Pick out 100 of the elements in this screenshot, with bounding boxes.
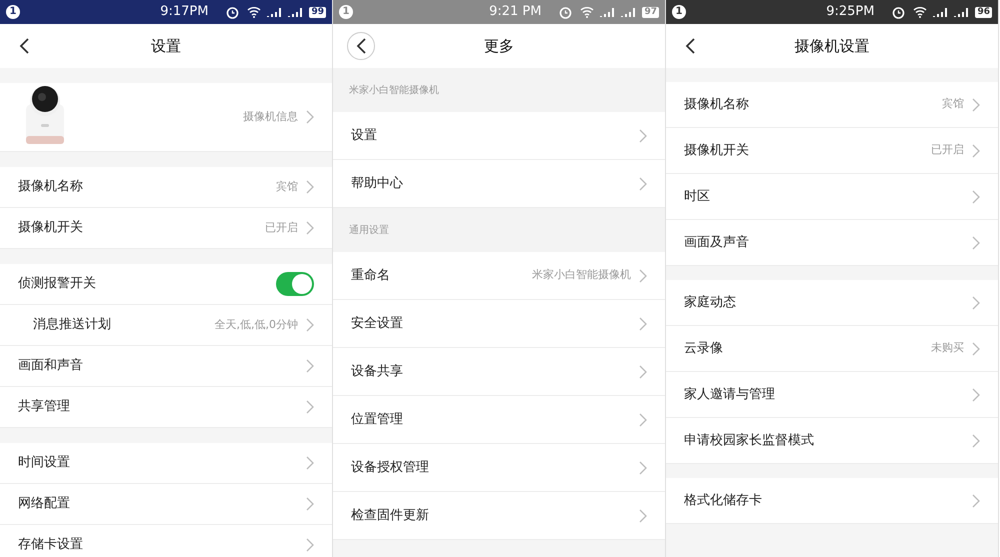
status-time: 9:25PM — [826, 3, 874, 22]
row-value: 米家小白智能摄像机 — [532, 267, 631, 284]
row-label: 存储卡设置 — [18, 536, 83, 554]
chevron-right-icon — [972, 190, 980, 204]
row-label: 设备授权管理 — [351, 458, 429, 477]
settings-row[interactable]: 帮助中心 — [333, 160, 665, 208]
settings-row[interactable]: 画面及声音 — [666, 220, 998, 266]
settings-row[interactable]: 云录像 未购买 — [666, 326, 998, 372]
wifi-icon — [913, 6, 928, 18]
notification-badge: 1 — [672, 5, 686, 19]
chevron-right-icon — [639, 508, 647, 522]
chevron-right-icon — [639, 316, 647, 330]
row-label: 摄像机开关 — [684, 142, 749, 160]
settings-row[interactable]: 位置管理 — [333, 396, 665, 444]
settings-row[interactable]: 存储卡设置 — [0, 525, 332, 557]
chevron-right-icon — [972, 144, 980, 158]
settings-row[interactable]: 时间设置 — [0, 443, 332, 484]
chevron-right-icon — [639, 176, 647, 190]
settings-row[interactable]: 摄像机名称 宾馆 — [0, 167, 332, 208]
settings-row[interactable]: 设备共享 — [333, 348, 665, 396]
chevron-right-icon — [972, 236, 980, 250]
settings-row[interactable]: 侦测报警开关 — [0, 264, 332, 305]
chevron-right-icon — [972, 342, 980, 356]
row-value: 已开启 — [931, 142, 964, 158]
row-label: 重命名 — [351, 266, 390, 285]
row-value: 摄像机信息 — [243, 108, 298, 125]
row-label: 格式化储存卡 — [684, 492, 762, 510]
row-label: 家人邀请与管理 — [684, 386, 775, 404]
row-value: 已开启 — [265, 220, 298, 236]
status-time: 9:17PM — [160, 3, 208, 22]
settings-row[interactable]: 申请校园家长监督模式 — [666, 418, 998, 464]
row-label: 画面及声音 — [684, 234, 749, 252]
chevron-right-icon — [639, 128, 647, 142]
row-value: 宾馆 — [942, 96, 964, 112]
chevron-right-icon — [972, 434, 980, 448]
back-button[interactable] — [347, 32, 375, 60]
battery-level: 97 — [642, 6, 659, 18]
row-label: 检查固件更新 — [351, 506, 429, 525]
settings-row[interactable]: 时区 — [666, 174, 998, 220]
chevron-right-icon — [306, 497, 314, 511]
row-label: 网络配置 — [18, 495, 70, 514]
chevron-right-icon — [306, 221, 314, 235]
chevron-right-icon — [306, 110, 314, 124]
settings-row[interactable]: 安全设置 — [333, 300, 665, 348]
row-value: 未购买 — [931, 340, 964, 356]
settings-row[interactable]: 设置 — [333, 112, 665, 160]
chevron-right-icon — [639, 268, 647, 282]
chevron-right-icon — [306, 456, 314, 470]
row-label: 摄像机名称 — [684, 96, 749, 114]
row-label: 帮助中心 — [351, 174, 403, 193]
row-label: 时区 — [684, 188, 710, 206]
row-label: 申请校园家长监督模式 — [684, 432, 814, 450]
settings-row[interactable]: 检查固件更新 — [333, 492, 665, 540]
row-label: 安全设置 — [351, 314, 403, 333]
settings-row[interactable]: 设备授权管理 — [333, 444, 665, 492]
page-title: 设置 — [151, 36, 181, 57]
row-label: 设置 — [351, 126, 377, 145]
settings-row[interactable]: 画面和声音 — [0, 346, 332, 387]
settings-row[interactable]: 共享管理 — [0, 387, 332, 428]
back-icon — [19, 38, 29, 54]
wifi-icon — [580, 6, 594, 18]
settings-row[interactable]: 格式化储存卡 — [666, 478, 998, 524]
settings-row[interactable]: 摄像机开关 已开启 — [666, 128, 998, 174]
chevron-right-icon — [306, 400, 314, 414]
chevron-right-icon — [306, 538, 314, 552]
chevron-right-icon — [639, 412, 647, 426]
settings-row[interactable]: 网络配置 — [0, 484, 332, 525]
chevron-right-icon — [972, 98, 980, 112]
status-time: 9:21 PM — [489, 3, 542, 22]
settings-row[interactable]: 摄像机开关 已开启 — [0, 208, 332, 249]
settings-row[interactable]: 家庭动态 — [666, 280, 998, 326]
row-label: 位置管理 — [351, 410, 403, 429]
settings-row[interactable]: 家人邀请与管理 — [666, 372, 998, 418]
row-label: 摄像机名称 — [18, 178, 83, 196]
battery-level: 99 — [309, 6, 326, 18]
alarm-icon — [892, 6, 906, 18]
row-label: 画面和声音 — [18, 357, 83, 376]
chevron-right-icon — [306, 359, 314, 373]
toggle-switch[interactable] — [276, 272, 314, 296]
settings-row[interactable]: 消息推送计划 全天,低,低,0分钟 — [0, 305, 332, 346]
notification-badge: 1 — [6, 5, 20, 19]
page-title: 摄像机设置 — [794, 36, 870, 57]
chevron-right-icon — [972, 494, 980, 508]
chevron-right-icon — [306, 180, 314, 194]
chevron-right-icon — [639, 460, 647, 474]
back-icon — [685, 38, 695, 54]
settings-row[interactable]: 重命名 米家小白智能摄像机 — [333, 252, 665, 300]
row-value: 全天,低,低,0分钟 — [214, 316, 298, 333]
chevron-right-icon — [972, 296, 980, 310]
row-label: 共享管理 — [18, 398, 70, 416]
row-label: 侦测报警开关 — [18, 275, 96, 294]
row-label: 云录像 — [684, 340, 723, 358]
row-label: 时间设置 — [18, 454, 70, 472]
back-icon — [356, 38, 366, 54]
page-title: 更多 — [484, 36, 514, 57]
wifi-icon — [247, 6, 262, 18]
battery-level: 96 — [975, 6, 992, 18]
row-value: 宾馆 — [276, 178, 298, 195]
chevron-right-icon — [972, 388, 980, 402]
settings-row[interactable]: 摄像机名称 宾馆 — [666, 82, 998, 128]
